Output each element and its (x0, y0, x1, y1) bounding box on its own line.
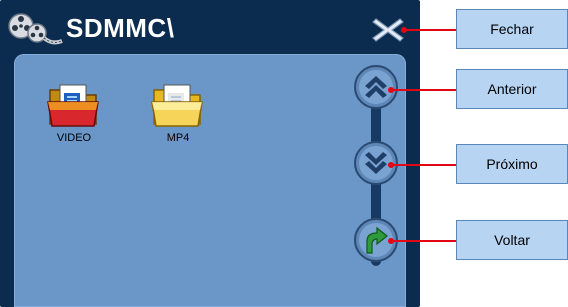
leader-dot-close (401, 27, 407, 33)
file-item-video[interactable]: VIDEO (34, 80, 114, 144)
leader-dot-prev (388, 87, 394, 93)
folder-yellow-doc-icon (151, 84, 203, 127)
title-bar: SDMMC\ (0, 0, 420, 48)
callout-next: Próximo (456, 144, 568, 184)
leader-dot-back (388, 238, 394, 244)
leader-line-close (404, 29, 456, 31)
file-list-panel: VIDEO MP4 (14, 54, 406, 307)
film-reel-icon (8, 13, 63, 45)
leader-dot-next (388, 162, 394, 168)
callout-close: Fechar (456, 9, 568, 49)
leader-line-back (390, 240, 456, 242)
leader-line-prev (390, 89, 456, 91)
callout-prev: Anterior (456, 69, 568, 109)
file-item-mp4[interactable]: MP4 (138, 80, 218, 144)
leader-line-next (390, 164, 456, 166)
folder-blue-doc-icon (47, 84, 99, 127)
callout-back: Voltar (456, 220, 568, 260)
current-path: SDMMC\ (66, 13, 175, 43)
file-browser-window: SDMMC\ VIDEO MP4 (0, 0, 420, 307)
file-label-mp4: MP4 (166, 132, 190, 144)
file-label-video: VIDEO (56, 132, 92, 144)
